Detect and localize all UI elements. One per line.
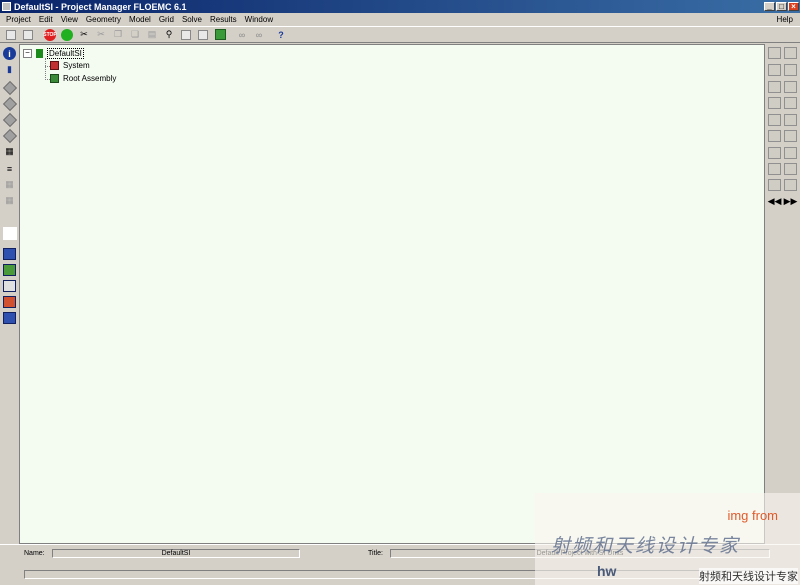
right-toolbar: ◀◀ ▶▶: [765, 44, 800, 544]
tree-node-system[interactable]: System: [50, 61, 90, 70]
menu-model[interactable]: Model: [125, 15, 155, 24]
info-icon[interactable]: i: [3, 47, 16, 60]
probe-icon[interactable]: [768, 163, 781, 175]
grid-toggle-icon[interactable]: [196, 28, 210, 41]
cylinder-icon[interactable]: [768, 130, 781, 142]
window-title: DefaultSI - Project Manager FLOEMC 6.1: [14, 1, 187, 12]
prism-icon[interactable]: [784, 47, 797, 59]
rotate-icon[interactable]: [2, 96, 17, 111]
volume-icon[interactable]: [784, 179, 797, 191]
cut-icon[interactable]: ✂: [94, 28, 108, 41]
assembly-icon[interactable]: [213, 28, 227, 41]
project-icon: [36, 49, 43, 58]
menu-edit[interactable]: Edit: [35, 15, 57, 24]
tree-node-label: System: [63, 61, 90, 70]
align-down-icon[interactable]: [2, 128, 17, 143]
menu-project[interactable]: Project: [2, 15, 35, 24]
watermark-img-from: img from: [727, 508, 778, 523]
grid-b-icon[interactable]: ▦: [3, 194, 16, 207]
title-bar: DefaultSI - Project Manager FLOEMC 6.1 _…: [0, 0, 800, 13]
network-icon[interactable]: [768, 81, 781, 93]
assembly-icon: [50, 74, 59, 83]
sloping-block-icon[interactable]: [784, 114, 797, 126]
app-icon: [2, 2, 11, 11]
grid-a-icon[interactable]: ▦: [3, 178, 16, 191]
enclosure-icon[interactable]: [784, 97, 797, 109]
book-icon[interactable]: ▮: [3, 63, 16, 76]
field-icon[interactable]: [3, 311, 16, 324]
maximize-button[interactable]: □: [776, 2, 787, 11]
save-icon[interactable]: [4, 28, 18, 41]
watermark-cn-bottom: 射频和天线设计专家: [699, 568, 798, 584]
clipboard-icon[interactable]: ▤: [145, 28, 159, 41]
tree-node-label: Root Assembly: [63, 74, 117, 83]
block-icon[interactable]: [784, 64, 797, 76]
plate-icon[interactable]: [768, 114, 781, 126]
mesh-icon[interactable]: ▦: [3, 145, 16, 158]
name-field[interactable]: DefaultSI: [52, 549, 300, 558]
aperture-icon[interactable]: [784, 130, 797, 142]
menu-solve[interactable]: Solve: [178, 15, 206, 24]
main-toolbar: STOP ✂ ✂ ❐ ❏ ▤ ⚲ ∞ ∞ ?: [0, 26, 800, 43]
tree-root-label: DefaultSI: [47, 48, 84, 59]
spectrum-icon[interactable]: [3, 295, 16, 308]
solve-button[interactable]: [60, 28, 74, 41]
close-button[interactable]: ×: [788, 2, 799, 11]
tree-connector: [45, 58, 46, 80]
monitor-icon[interactable]: [768, 179, 781, 191]
align-up-icon[interactable]: [2, 112, 17, 127]
menu-view[interactable]: View: [57, 15, 82, 24]
scissors-icon[interactable]: ✂: [77, 28, 91, 41]
plot-icon[interactable]: [3, 247, 16, 260]
blank-panel: [3, 227, 17, 240]
stop-button[interactable]: STOP: [43, 28, 57, 41]
paste-icon[interactable]: ❏: [128, 28, 142, 41]
system-icon: [50, 61, 59, 70]
watermark: img from 射频和天线设计专家 hw 射频和天线设计专家: [535, 493, 800, 585]
box-icon[interactable]: [784, 81, 797, 93]
move-icon[interactable]: [2, 80, 17, 95]
title-label: Title:: [368, 550, 383, 557]
link-icon[interactable]: ∞: [235, 28, 249, 41]
wire-icon[interactable]: [784, 147, 797, 159]
context-help-icon[interactable]: ?: [274, 28, 288, 41]
find-icon[interactable]: ⚲: [162, 28, 176, 41]
menu-help[interactable]: Help: [773, 15, 797, 24]
minimize-button[interactable]: _: [764, 2, 775, 11]
copy-icon[interactable]: ❐: [111, 28, 125, 41]
name-label: Name:: [24, 550, 45, 557]
menu-grid[interactable]: Grid: [155, 15, 178, 24]
project-tree: − DefaultSI System Root Assembly: [19, 44, 765, 544]
pcb-icon[interactable]: [768, 97, 781, 109]
collapse-icon[interactable]: −: [23, 49, 32, 58]
menu-window[interactable]: Window: [241, 15, 277, 24]
tree-node-root[interactable]: − DefaultSI: [23, 48, 84, 59]
tree-node-root-assembly[interactable]: Root Assembly: [50, 74, 116, 83]
menu-bar: Project Edit View Geometry Model Grid So…: [0, 13, 800, 26]
contour-icon[interactable]: [3, 263, 16, 276]
rewind-icon[interactable]: ◀◀: [768, 195, 782, 208]
watermark-cn-top: 射频和天线设计专家: [551, 535, 741, 557]
menu-geometry[interactable]: Geometry: [82, 15, 125, 24]
left-toolbar: i ▮ ▦ ≡ ▦ ▦: [0, 44, 19, 544]
unlink-icon[interactable]: ∞: [252, 28, 266, 41]
query-icon[interactable]: ≡: [3, 162, 16, 175]
fast-forward-icon[interactable]: ▶▶: [784, 195, 798, 208]
print-icon[interactable]: [21, 28, 35, 41]
cuboid-icon[interactable]: [768, 47, 781, 59]
table-icon[interactable]: [3, 279, 16, 292]
source-icon[interactable]: [768, 147, 781, 159]
watermark-url: hw: [597, 563, 617, 579]
grid-icon[interactable]: [179, 28, 193, 41]
wedge-icon[interactable]: [768, 64, 781, 76]
menu-results[interactable]: Results: [206, 15, 241, 24]
region-icon[interactable]: [784, 163, 797, 175]
